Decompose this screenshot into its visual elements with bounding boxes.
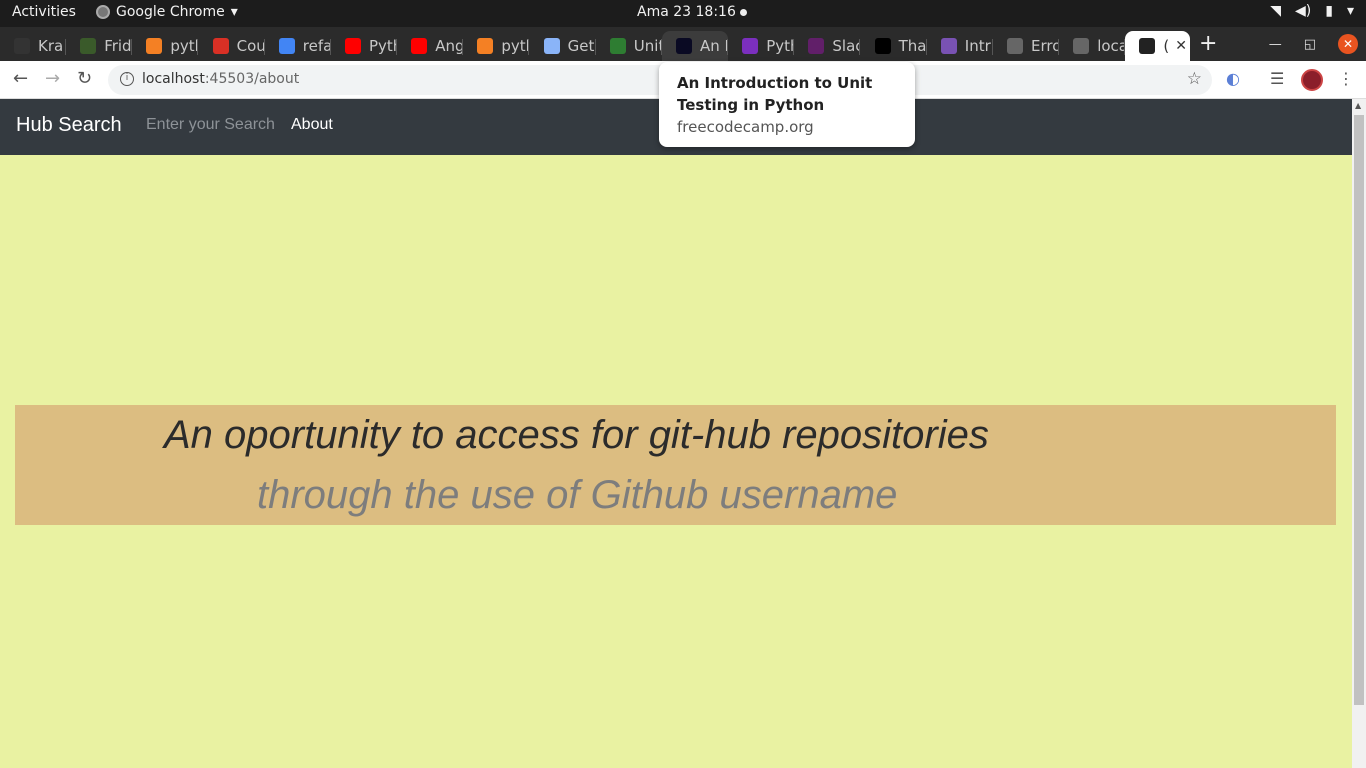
browser-tab[interactable]: Pyth [728,31,795,61]
browser-tab[interactable]: Cou [199,31,265,61]
browser-tab[interactable]: pyth [463,31,530,61]
site-info-icon[interactable]: i [120,72,134,86]
window-controls: — ◱ ✕ [1269,34,1358,54]
browser-tab[interactable]: Frid [66,31,133,61]
browser-tab[interactable]: Slac [794,31,861,61]
browser-tab[interactable]: Get [530,31,596,61]
extension-icon[interactable]: ◐ [1226,69,1240,88]
tab-strip: Kra Frid pyth Cou refa Pyth Ang pyth Get Unit An I… [0,27,1366,61]
tab-label: Get [567,37,595,55]
browser-tab[interactable]: Ang [397,31,464,61]
youtube-icon [345,38,361,54]
hero-banner: An oportunity to access for git-hub repo… [15,405,1336,525]
stackoverflow-icon [477,38,494,54]
url-path: :45503/about [204,71,300,87]
tab-label: Intr [964,37,991,55]
system-top-bar: Activities Google Chrome ▾ Ama 23 18:16 … [0,0,1366,27]
tab-label: Ang [435,37,464,55]
battery-icon: ▮ [1325,3,1333,19]
close-window-button[interactable]: ✕ [1338,34,1358,54]
tab-hover-tooltip: An Introduction to Unit Testing in Pytho… [659,62,915,147]
maximize-icon[interactable]: ◱ [1304,37,1316,52]
tab-label: refa [302,37,331,55]
brand-link[interactable]: Hub Search [16,114,122,137]
tab-label: Pyth [766,37,794,55]
back-icon[interactable]: ← [13,68,28,89]
stackoverflow-icon [146,38,163,54]
youtube-icon [411,38,428,54]
clock-text: Ama 23 18:16 [637,4,736,20]
angular-icon [1139,38,1156,54]
menu-kebab-icon[interactable]: ⋮ [1338,69,1354,88]
wifi-icon: ◥ [1270,3,1282,19]
globe-icon [1073,38,1090,54]
page-scrollbar[interactable]: ▲ [1352,99,1366,768]
url-text: localhost:45503/about [142,71,299,87]
nav-about-link[interactable]: About [291,116,333,134]
browser-tab[interactable]: Kra [0,31,66,61]
volume-icon: ◀) [1295,3,1312,19]
tab-label: Frid [104,37,132,55]
browser-tab[interactable]: Intr [927,31,993,61]
url-host: localhost [142,71,205,87]
system-tray[interactable]: ◥ ◀) ▮ ▾ [1270,3,1354,19]
scrollbar-thumb[interactable] [1354,115,1364,705]
reload-icon[interactable]: ↻ [77,68,92,89]
browser-tab[interactable]: (✕ [1125,31,1191,61]
tab-label: ( [1163,37,1170,55]
activities-button[interactable]: Activities [12,4,76,20]
slack-icon [808,38,825,54]
system-clock[interactable]: Ama 23 18:16 [637,4,747,20]
tab-label: Slac [832,37,861,55]
tray-menu-icon: ▾ [1346,3,1354,19]
minimize-icon[interactable]: — [1269,37,1282,52]
tab-label: pyth [501,37,529,55]
tab-label: An I [700,37,728,55]
google-icon [278,38,295,54]
infinity-icon [609,38,626,54]
tab-label: Unit [633,37,662,55]
tab-label: Cou [236,37,265,55]
browser-tab[interactable]: An I [662,31,728,61]
tab-label: Erro [1031,37,1059,55]
puzzle-icon [543,38,560,54]
browser-tab[interactable]: Unit [596,31,662,61]
bootstrap-icon [940,38,957,54]
tooltip-title: An Introduction to Unit Testing in Pytho… [677,74,873,114]
forward-icon[interactable]: → [45,68,60,89]
search-input[interactable] [146,116,278,134]
tooltip-domain: freecodecamp.org [677,118,814,136]
scroll-up-icon[interactable]: ▲ [1355,101,1361,110]
chrome-icon [96,5,110,19]
gmail-icon [212,38,229,54]
notification-dot-icon [739,8,747,16]
globe-icon [1007,38,1023,54]
tab-label: Kra [38,37,64,55]
browser-tab[interactable]: loca [1059,31,1126,61]
hero-heading: An oportunity to access for git-hub repo… [164,413,989,457]
palm-icon [80,38,97,54]
browser-tab[interactable]: pyth [132,31,199,61]
browser-tab[interactable]: Tha [861,31,927,61]
browser-tab[interactable]: refa [265,31,331,61]
profile-avatar[interactable] [1301,69,1323,91]
tab-label: Tha [898,37,927,55]
close-tab-icon[interactable]: ✕ [1175,38,1187,54]
app-name: Google Chrome [116,4,225,20]
freecodecamp-icon [676,38,692,54]
app-menu[interactable]: Google Chrome ▾ [96,4,238,20]
bookmark-star-icon[interactable]: ☆ [1187,69,1202,89]
media-controls-icon[interactable]: ☰ [1270,69,1284,88]
caret-down-icon: ▾ [230,4,238,20]
hero-subheading: through the use of Github username [257,473,898,517]
tab-label: pyth [170,37,198,55]
new-tab-button[interactable]: + [1199,31,1217,56]
browser-tab[interactable]: Erro [993,31,1059,61]
jetbrains-icon [874,38,891,54]
github-icon [14,38,30,54]
pycharm-icon [742,38,759,54]
browser-tab[interactable]: Pyth [331,31,397,61]
tab-label: loca [1097,37,1126,55]
tab-label: Pyth [369,37,397,55]
